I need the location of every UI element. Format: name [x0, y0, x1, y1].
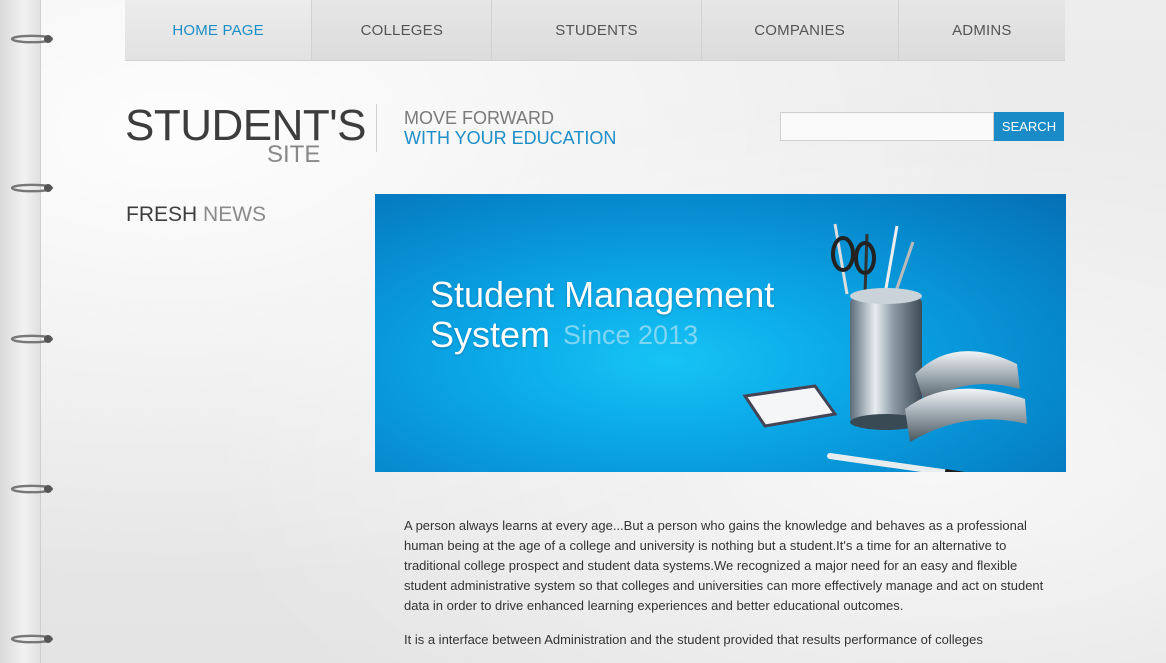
- hero-banner: Student Management System Since 2013: [375, 194, 1066, 472]
- tagline: MOVE FORWARD WITH YOUR EDUCATION: [404, 108, 616, 148]
- office-supplies-illustration: [742, 223, 1027, 472]
- banner-title-line-1: Student Management: [430, 274, 775, 315]
- header-divider: [376, 104, 377, 152]
- binder-ring-icon: [10, 483, 54, 495]
- search-input[interactable]: [780, 112, 994, 141]
- binder-edge: [0, 0, 41, 663]
- nav-admins[interactable]: ADMINS: [899, 0, 1065, 60]
- site-logo[interactable]: STUDENT'S SITE: [125, 101, 367, 167]
- tagline-line-1: MOVE FORWARD: [404, 108, 555, 128]
- tagline-line-2: WITH YOUR EDUCATION: [404, 128, 617, 148]
- search-button[interactable]: SEARCH: [994, 112, 1064, 141]
- search-form: SEARCH: [780, 112, 1066, 141]
- banner-title-line-2: System: [430, 314, 551, 355]
- intro-content: A person always learns at every age...Bu…: [404, 516, 1044, 663]
- news-heading-a: FRESH: [126, 203, 198, 226]
- binder-ring-icon: [10, 33, 54, 45]
- nav-companies[interactable]: COMPANIES: [702, 0, 899, 60]
- intro-paragraph-1: A person always learns at every age...Bu…: [404, 518, 1044, 613]
- nav-colleges[interactable]: COLLEGES: [312, 0, 493, 60]
- binder-ring-icon: [10, 633, 54, 645]
- intro-paragraph-2: It is a interface between Administration…: [404, 632, 983, 647]
- main-nav: HOME PAGE COLLEGES STUDENTS COMPANIES AD…: [125, 0, 1065, 61]
- binder-ring-icon: [10, 333, 54, 345]
- nav-home-page[interactable]: HOME PAGE: [125, 0, 313, 60]
- logo-title: STUDENT'S: [125, 101, 367, 150]
- binder-ring-icon: [10, 182, 54, 194]
- nav-students[interactable]: STUDENTS: [492, 0, 702, 60]
- fresh-news-heading: FRESH NEWS: [126, 203, 266, 227]
- banner-since: Since 2013: [563, 320, 699, 350]
- news-heading-b: NEWS: [203, 203, 267, 226]
